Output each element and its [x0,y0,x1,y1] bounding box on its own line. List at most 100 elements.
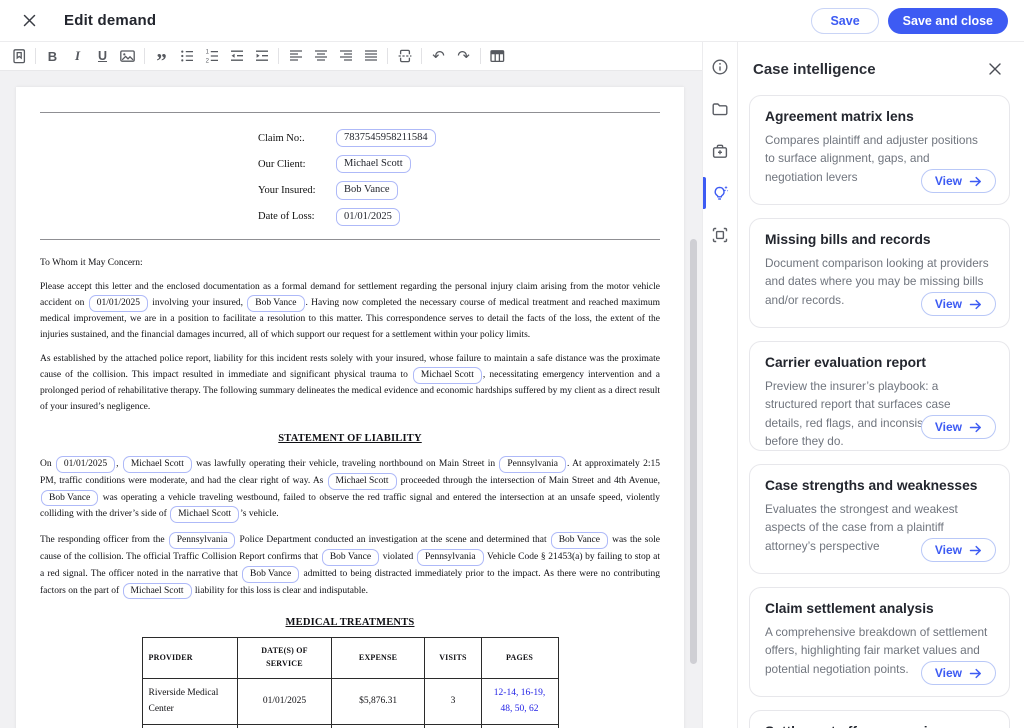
table-cell: Green Valley Hospital [142,725,238,728]
view-label: View [935,297,962,311]
field-chip[interactable]: Michael Scott [170,506,239,523]
template-frame-icon[interactable] [703,214,737,256]
toolbar-divider [144,48,145,64]
card-title: Missing bills and records [765,232,994,247]
view-button[interactable]: View [921,415,996,439]
align-left-icon[interactable] [283,45,308,68]
intelligence-card: Claim settlement analysisA comprehensive… [749,587,1010,697]
table-cell: $6,245.00 [331,725,425,728]
view-button[interactable]: View [921,538,996,562]
field-chip[interactable]: Pennsylvania [417,549,484,566]
case-plus-icon[interactable] [703,130,737,172]
view-label: View [935,543,962,557]
table-header: PAGES [481,638,558,679]
toolbar-divider [421,48,422,64]
page-break-icon[interactable] [392,45,417,68]
view-label: View [935,666,962,680]
letter-paragraph: Please accept this letter and the enclos… [40,280,660,343]
save-button[interactable]: Save [811,8,878,34]
info-icon[interactable] [703,46,737,88]
table-header: DATE(S) OF SERVICE [238,638,332,679]
field-chip[interactable]: Michael Scott [123,456,192,473]
card-title: Case strengths and weaknesses [765,478,994,493]
medical-treatments-table: PROVIDERDATE(S) OF SERVICEEXPENSEVISITSP… [142,637,559,728]
image-icon[interactable] [115,45,140,68]
svg-text:1: 1 [205,50,209,56]
table-header: EXPENSE [331,638,425,679]
view-button[interactable]: View [921,661,996,685]
folder-icon[interactable] [703,88,737,130]
field-chip[interactable]: Bob Vance [551,532,608,549]
field-label: Claim No:. [258,133,336,144]
letter-paragraph: The responding officer from the Pennsylv… [40,532,660,599]
letter-paragraph: As established by the attached police re… [40,352,660,415]
panel-close-icon[interactable] [982,56,1008,82]
letter-paragraph: On 01/01/2025, Michael Scott was lawfull… [40,456,660,523]
fields-icon[interactable] [6,45,31,68]
claim-field-row: Our Client:Michael Scott [258,155,660,173]
letter-paragraph: To Whom it May Concern: [40,256,660,271]
document-rule [40,239,660,240]
field-chip[interactable]: Michael Scott [328,473,397,490]
redo-icon[interactable]: ↷ [451,45,476,68]
svg-text:2: 2 [205,58,209,64]
field-chip[interactable]: Pennsylvania [169,532,236,549]
field-chip[interactable]: Bob Vance [41,490,98,507]
save-and-close-button[interactable]: Save and close [888,8,1008,34]
blockquote-icon[interactable]: ” [149,49,174,72]
table-cell: Riverside Medical Center [142,679,238,725]
top-bar: Edit demand Save Save and close [0,0,1024,42]
table-cell: 02/01/2025 [238,725,332,728]
tool-rail [703,42,737,728]
table-cell: 4 [425,725,481,728]
intelligence-card: Carrier evaluation reportPreview the ins… [749,341,1010,451]
page-links[interactable]: 22-25, 30-33, 42, 54, 70 [481,725,558,728]
intelligence-card: Settlement offer comparisonsView [749,710,1010,728]
field-chip[interactable]: Bob Vance [336,181,398,199]
field-chip[interactable]: 7837545958211584 [336,129,436,147]
italic-icon[interactable]: I [65,45,90,68]
indent-icon[interactable] [249,45,274,68]
close-icon[interactable] [16,8,42,34]
card-title: Claim settlement analysis [765,601,994,616]
field-label: Our Client: [258,159,336,170]
lightbulb-sparkle-icon[interactable] [703,172,737,214]
document-rule [40,112,660,113]
bold-icon[interactable]: B [40,45,65,68]
field-chip[interactable]: Bob Vance [247,295,304,312]
field-chip[interactable]: 01/01/2025 [336,208,400,226]
intelligence-card: Case strengths and weaknessesEvaluates t… [749,464,1010,574]
table-cell: 01/01/2025 [238,679,332,725]
field-chip[interactable]: 01/01/2025 [89,295,148,312]
field-chip[interactable]: Michael Scott [336,155,411,173]
document-scrollbar[interactable] [690,239,697,664]
toolbar-divider [278,48,279,64]
view-button[interactable]: View [921,169,996,193]
page-links[interactable]: 12-14, 16-19, 48, 50, 62 [481,679,558,725]
numbered-list-icon[interactable]: 1 2 [199,45,224,68]
editor-pane: B I U ” 1 2 [0,42,703,728]
intelligence-cards: Agreement matrix lensCompares plaintiff … [749,95,1010,728]
table-icon[interactable] [485,45,510,68]
section-heading: MEDICAL TREATMENTS [40,614,660,631]
field-chip[interactable]: Michael Scott [413,367,482,384]
field-chip[interactable]: 01/01/2025 [56,456,115,473]
field-chip[interactable]: Pennsylvania [499,456,566,473]
outdent-icon[interactable] [224,45,249,68]
align-right-icon[interactable] [333,45,358,68]
arrow-right-icon [969,422,982,433]
bullet-list-icon[interactable] [174,45,199,68]
align-center-icon[interactable] [308,45,333,68]
view-label: View [935,420,962,434]
view-button[interactable]: View [921,292,996,316]
formatting-toolbar: B I U ” 1 2 [0,42,702,71]
align-justify-icon[interactable] [358,45,383,68]
field-chip[interactable]: Michael Scott [123,583,192,600]
card-description: Preview the insurer’s playbook: a struct… [765,377,994,450]
table-header: VISITS [425,638,481,679]
underline-icon[interactable]: U [90,45,115,68]
field-chip[interactable]: Bob Vance [242,566,299,583]
field-chip[interactable]: Bob Vance [322,549,379,566]
undo-icon[interactable]: ↶ [426,45,451,68]
intelligence-card: Agreement matrix lensCompares plaintiff … [749,95,1010,205]
